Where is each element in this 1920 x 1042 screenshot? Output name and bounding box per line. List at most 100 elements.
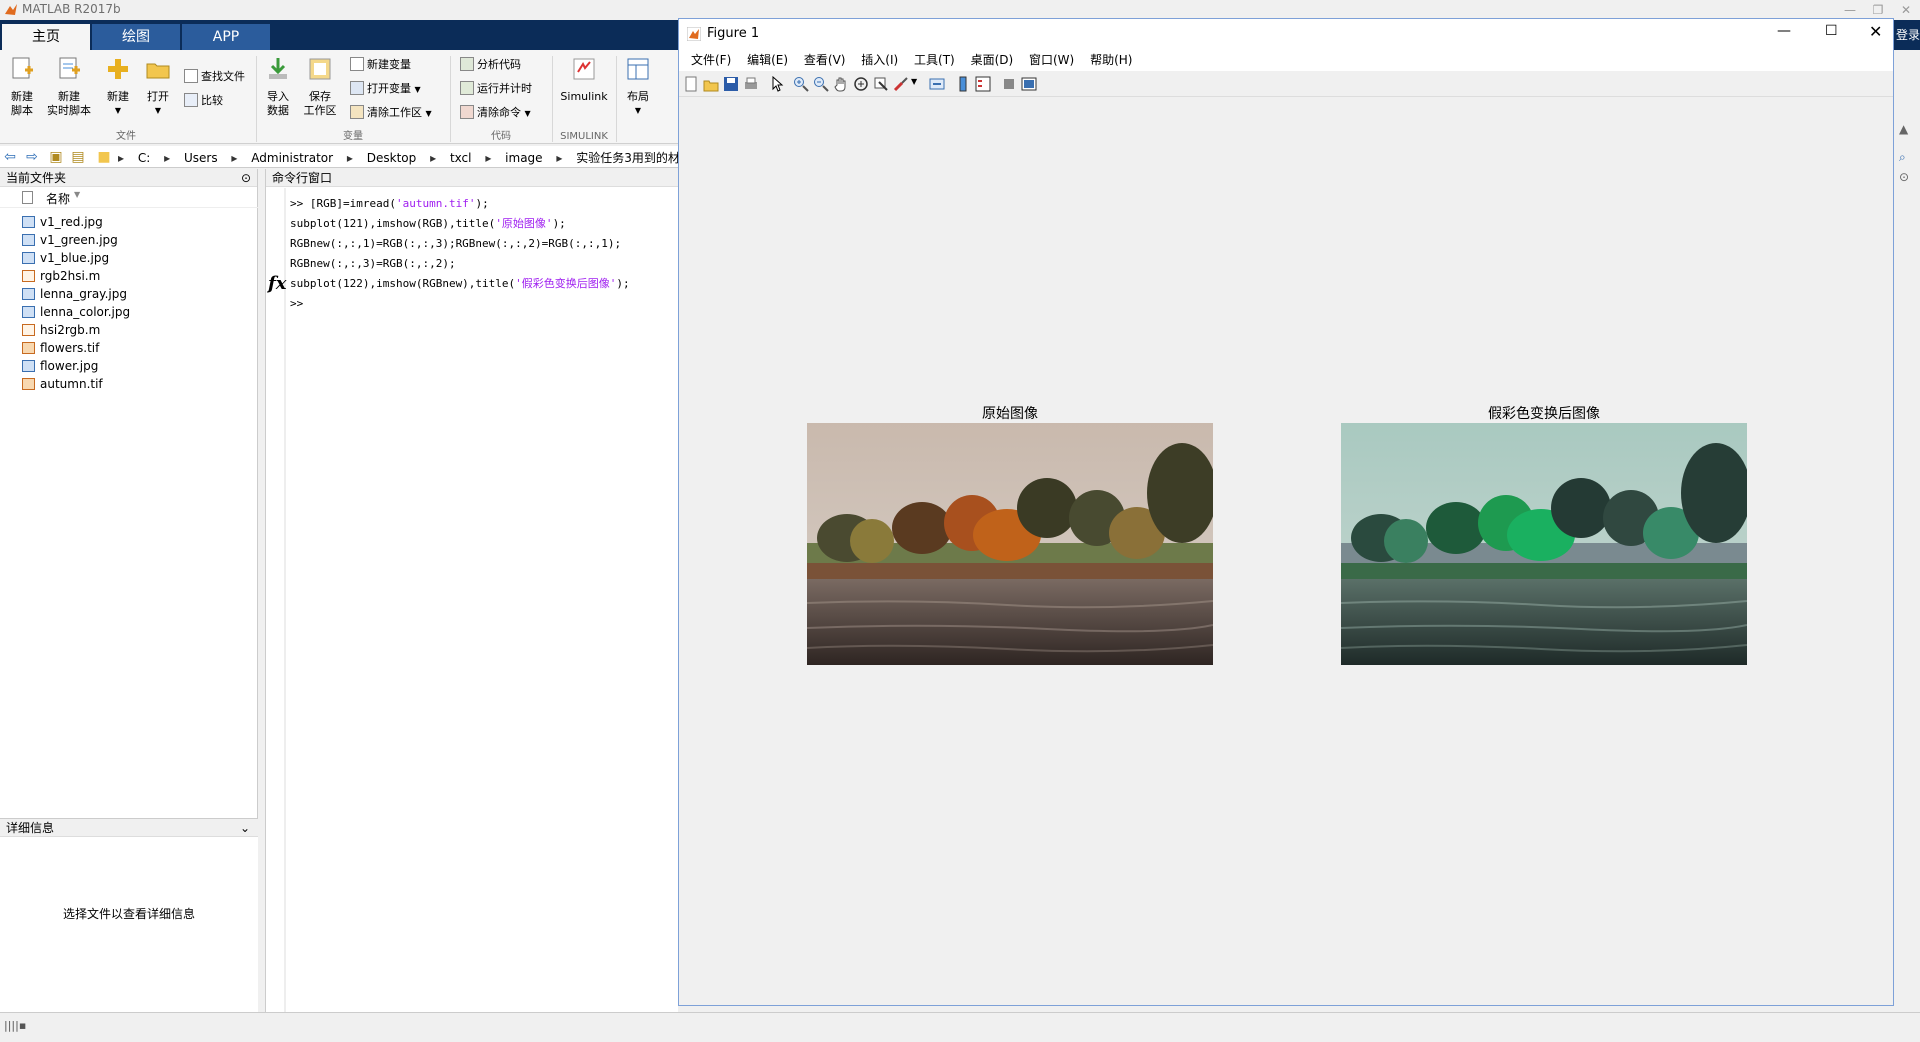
hide-plot-tools-icon[interactable] (1001, 76, 1017, 92)
fx-function-browser-icon[interactable]: fx (268, 273, 286, 294)
minimize-icon[interactable]: — (1777, 23, 1791, 39)
print-icon[interactable] (743, 76, 759, 92)
section-file: 文件 (116, 131, 136, 142)
find-files-button[interactable]: 查找文件 (184, 66, 245, 88)
breadcrumb-item[interactable]: Users (184, 151, 218, 165)
menu-desktop[interactable]: 桌面(D) (971, 49, 1014, 71)
file-item[interactable]: v1_red.jpg (0, 213, 258, 231)
breadcrumb-item[interactable]: C: (138, 151, 150, 165)
compare-button[interactable]: 比较 (184, 90, 223, 112)
new-script-button[interactable]: 新建 脚本 (4, 50, 40, 118)
login-button[interactable]: 登录 (1896, 26, 1920, 43)
chevron-down-icon[interactable]: ⌄ (240, 819, 250, 837)
import-data-button[interactable]: 导入 数据 (262, 50, 294, 118)
brush-icon[interactable] (893, 76, 909, 92)
search-icon[interactable]: ⌕ (1899, 150, 1906, 165)
figure-toolbar: ▼ (679, 71, 1893, 97)
breadcrumb-item[interactable]: image (505, 151, 542, 165)
command-prompt[interactable]: >> (266, 294, 679, 314)
breadcrumb[interactable]: ▸ C: ▸ Users ▸ Administrator ▸ Desktop ▸… (118, 149, 702, 166)
data-cursor-icon[interactable] (873, 76, 889, 92)
menu-edit[interactable]: 编辑(E) (747, 49, 788, 71)
breadcrumb-item[interactable]: txcl (450, 151, 472, 165)
open-button[interactable]: 打开 ▼ (142, 50, 174, 118)
pointer-icon[interactable] (769, 76, 785, 92)
show-plot-tools-icon[interactable] (1021, 76, 1037, 92)
close-icon[interactable]: ✕ (1869, 22, 1882, 41)
menu-file[interactable]: 文件(F) (691, 49, 731, 71)
new-live-script-button[interactable]: 新建 实时脚本 (44, 50, 94, 118)
file-name: v1_red.jpg (40, 215, 103, 229)
file-item[interactable]: autumn.tif (0, 375, 258, 393)
save-icon[interactable] (723, 76, 739, 92)
file-item[interactable]: v1_green.jpg (0, 231, 258, 249)
breadcrumb-item[interactable]: Administrator (251, 151, 333, 165)
right-side-strip: ▲ ⌕ ⊙ (1895, 50, 1920, 1010)
rotate-3d-icon[interactable] (853, 76, 869, 92)
code-text: RGBnew(:,:,3)=RGB(:,:,2); (290, 257, 456, 270)
simulink-button[interactable]: Simulink (558, 50, 610, 104)
breadcrumb-item[interactable]: 实验任务3用到的材料 (576, 151, 692, 165)
zoom-out-icon[interactable] (813, 76, 829, 92)
browse-folder-icon[interactable]: ▤ (70, 149, 86, 165)
close-icon[interactable]: ✕ (1892, 0, 1920, 20)
restore-icon[interactable]: ❐ (1864, 0, 1892, 20)
options-icon[interactable]: ⊙ (1899, 170, 1909, 184)
legend-icon[interactable] (975, 76, 991, 92)
false-color-image[interactable] (1341, 423, 1747, 665)
file-item[interactable]: flower.jpg (0, 357, 258, 375)
column-header-name[interactable]: 名称 ▼ (0, 188, 258, 208)
new-figure-icon[interactable] (683, 76, 699, 92)
clear-commands-button[interactable]: 清除命令 ▼ (460, 102, 531, 124)
clear-workspace-button[interactable]: 清除工作区 ▼ (350, 102, 432, 124)
file-item[interactable]: lenna_gray.jpg (0, 285, 258, 303)
breadcrumb-item[interactable]: Desktop (367, 151, 417, 165)
status-bar: ||||▪ (0, 1012, 1920, 1042)
forward-arrow-icon[interactable]: ⇨ (24, 149, 40, 165)
panel-actions-icon[interactable]: ⊙ (241, 169, 251, 187)
zoom-in-icon[interactable] (793, 76, 809, 92)
details-header[interactable]: 详细信息 ⌄ (0, 819, 258, 837)
up-folder-icon[interactable]: ▣ (48, 149, 64, 165)
menu-help[interactable]: 帮助(H) (1090, 49, 1132, 71)
analyze-code-button[interactable]: 分析代码 (460, 54, 521, 76)
save-workspace-button[interactable]: 保存 工作区 (300, 50, 340, 118)
menu-window[interactable]: 窗口(W) (1029, 49, 1074, 71)
tif-file-icon (22, 342, 35, 354)
code-string: '原始图像' (495, 217, 553, 230)
tab-home[interactable]: 主页 (2, 24, 90, 50)
command-window-body[interactable]: >> [RGB]=imread('autumn.tif'); subplot(1… (266, 188, 679, 1012)
menu-insert[interactable]: 插入(I) (861, 49, 898, 71)
open-file-icon[interactable] (703, 76, 719, 92)
minimize-icon[interactable]: — (1836, 0, 1864, 20)
menu-tools[interactable]: 工具(T) (914, 49, 955, 71)
sort-arrow-icon: ▼ (74, 190, 81, 199)
chevron-down-icon[interactable]: ▼ (911, 77, 917, 86)
file-item[interactable]: rgb2hsi.m (0, 267, 258, 285)
original-image[interactable] (807, 423, 1213, 665)
file-item[interactable]: lenna_color.jpg (0, 303, 258, 321)
tif-file-icon (22, 378, 35, 390)
open-variable-button[interactable]: 打开变量 ▼ (350, 78, 421, 100)
link-plot-icon[interactable] (929, 76, 945, 92)
tab-plots[interactable]: 绘图 (92, 24, 180, 50)
file-item[interactable]: flowers.tif (0, 339, 258, 357)
clear-commands-icon (460, 105, 474, 119)
pan-hand-icon[interactable] (833, 76, 849, 92)
new-button[interactable]: 新建 ▼ (100, 50, 136, 118)
new-variable-label: 新建变量 (367, 58, 411, 71)
scroll-up-icon[interactable]: ▲ (1899, 122, 1908, 136)
tab-apps[interactable]: APP (182, 24, 270, 50)
maximize-icon[interactable]: ☐ (1825, 23, 1838, 39)
m-file-icon (22, 324, 35, 336)
file-item[interactable]: v1_blue.jpg (0, 249, 258, 267)
layout-icon (627, 58, 649, 80)
command-window-title: 命令行窗口 (272, 171, 333, 185)
menu-view[interactable]: 查看(V) (804, 49, 846, 71)
layout-button[interactable]: 布局 ▼ (620, 50, 656, 118)
file-item[interactable]: hsi2rgb.m (0, 321, 258, 339)
new-variable-button[interactable]: 新建变量 (350, 54, 411, 76)
colorbar-icon[interactable] (955, 76, 971, 92)
back-arrow-icon[interactable]: ⇦ (2, 149, 18, 165)
run-and-time-button[interactable]: 运行并计时 (460, 78, 532, 100)
